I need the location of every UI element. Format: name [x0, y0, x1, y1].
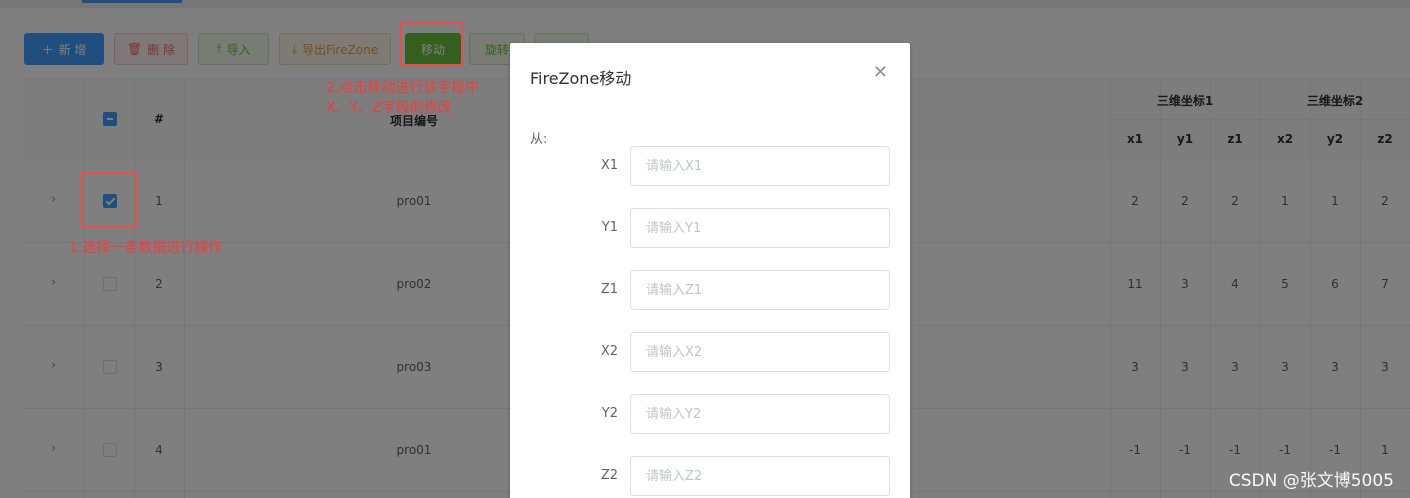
- y2-input[interactable]: [630, 394, 890, 434]
- annotation-move-highlight: [400, 22, 463, 66]
- annotation-checkbox-highlight: [81, 172, 137, 228]
- watermark: CSDN @张文博5005: [1228, 471, 1394, 491]
- y1-input[interactable]: [630, 208, 890, 248]
- close-icon[interactable]: ✕: [873, 64, 888, 82]
- annotation-step2-line1: 2.点击移动进行该字段中: [326, 80, 480, 96]
- form-row-x2: X2: [510, 332, 910, 372]
- form-row-x1: X1: [510, 146, 910, 186]
- field-label-z2: Z2: [600, 468, 618, 483]
- field-label-y1: Y1: [601, 220, 618, 235]
- form-row-y1: Y1: [510, 208, 910, 248]
- x2-input[interactable]: [630, 332, 890, 372]
- move-dialog: FireZone移动 ✕ 从: X1 Y1 Z1 X2 Y2 Z2: [510, 43, 910, 498]
- dialog-title: FireZone移动: [530, 69, 632, 88]
- form-row-z2: Z2: [510, 456, 910, 496]
- field-label-z1: Z1: [600, 282, 618, 297]
- x1-input[interactable]: [630, 146, 890, 186]
- form-row-y2: Y2: [510, 394, 910, 434]
- field-label-x2: X2: [600, 344, 618, 359]
- form-row-z1: Z1: [510, 270, 910, 310]
- z2-input[interactable]: [630, 456, 890, 496]
- field-label-x1: X1: [600, 158, 618, 173]
- field-label-y2: Y2: [601, 406, 618, 421]
- z1-input[interactable]: [630, 270, 890, 310]
- annotation-step2-line2: X、Y、Z字段的修改: [326, 100, 452, 116]
- annotation-step1: 1.选择一条数据进行操作: [69, 240, 223, 256]
- section-from-label: 从:: [530, 132, 548, 147]
